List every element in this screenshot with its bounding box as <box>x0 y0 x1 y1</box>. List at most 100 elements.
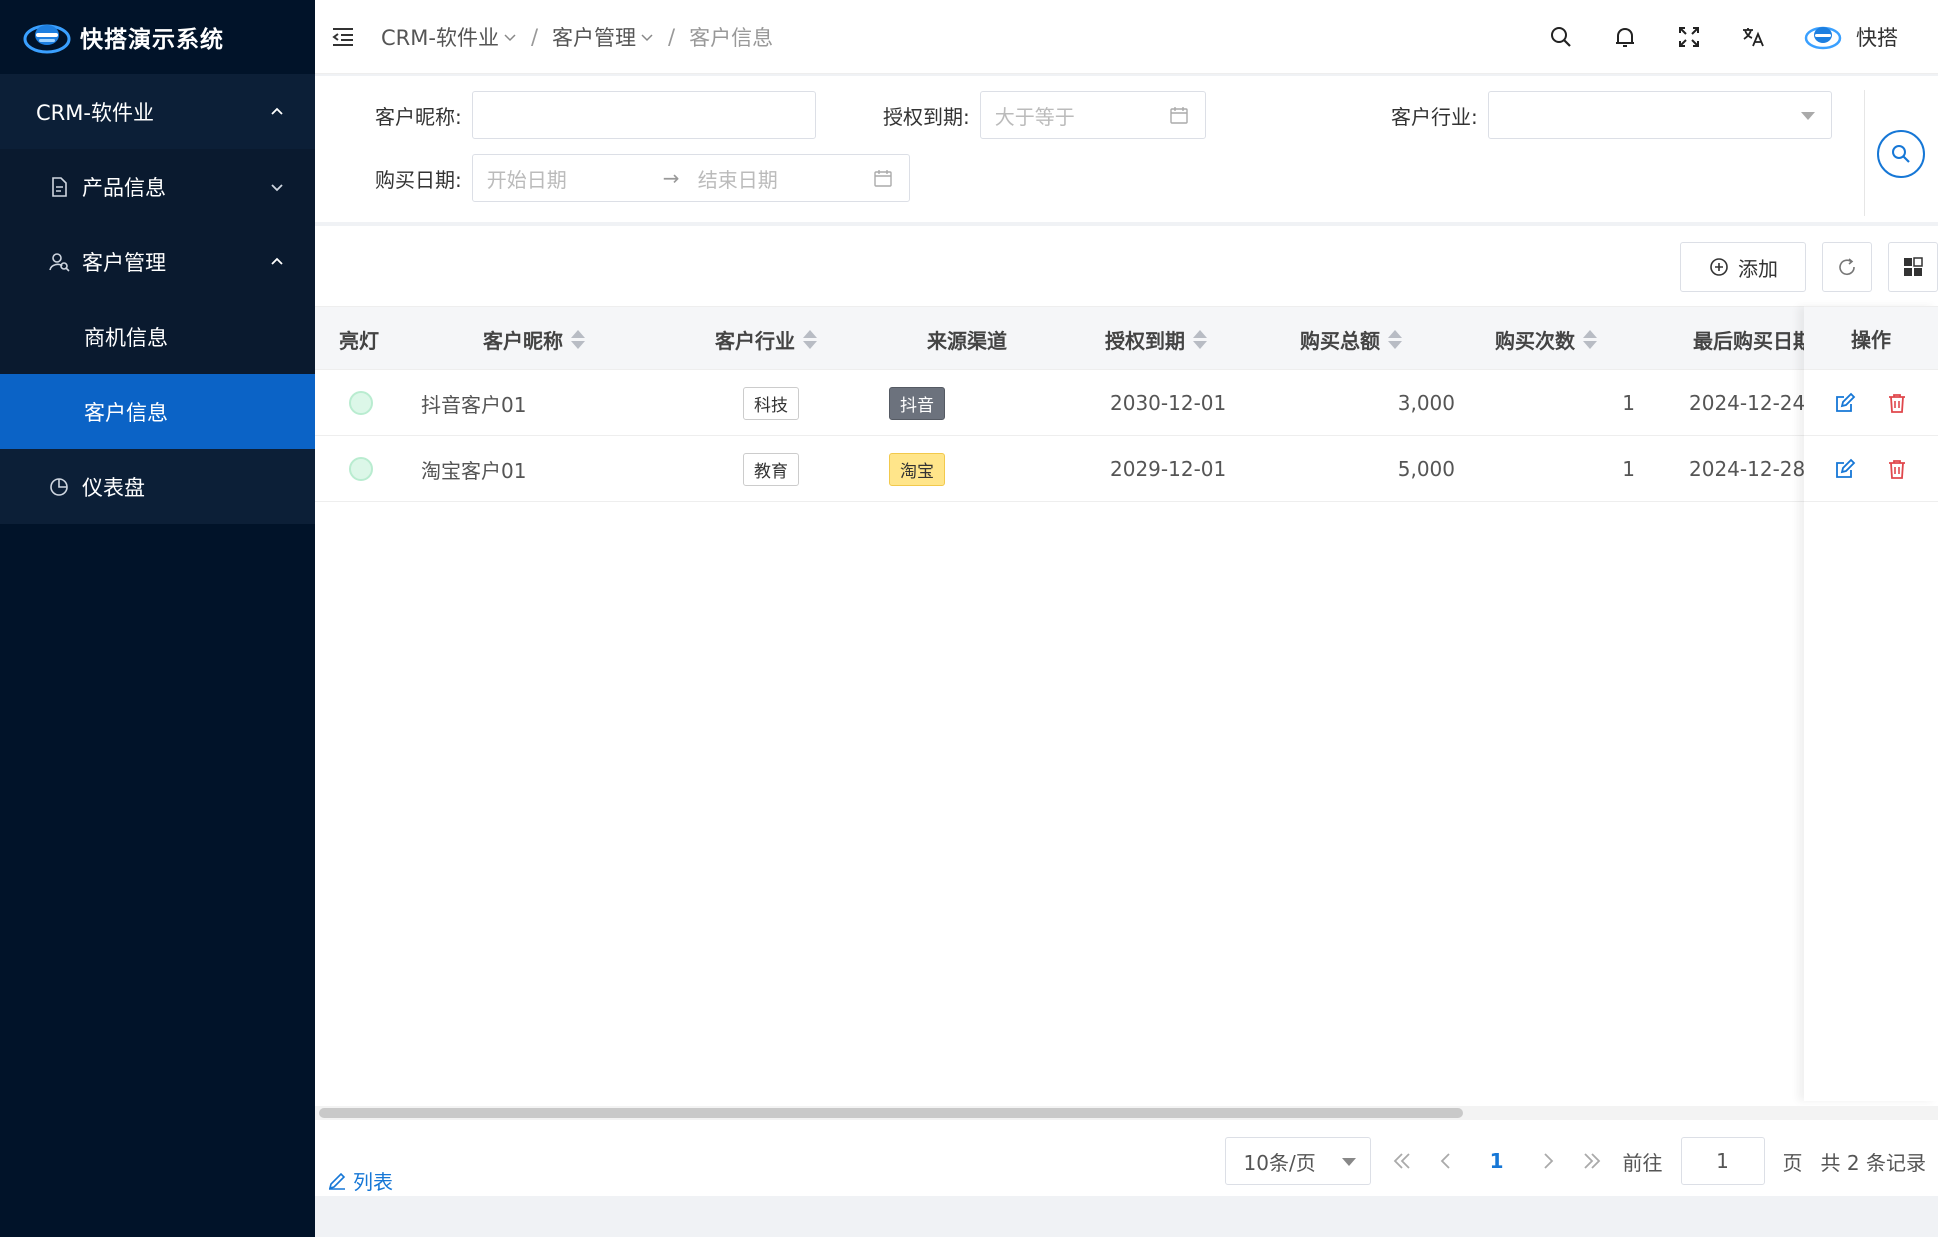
auth-expire-placeholder: 大于等于 <box>994 104 1075 129</box>
cell-last-purchase: 2024-12-24 <box>1689 391 1806 415</box>
column-header-label: 最后购买日期 <box>1693 328 1805 353</box>
status-light-dot <box>349 457 373 481</box>
translate-icon[interactable] <box>1740 24 1766 50</box>
column-header-label: 操作 <box>1851 327 1891 352</box>
purchase-date-range[interactable]: 开始日期 → 结束日期 <box>471 154 910 202</box>
header-actions: 快搭 <box>1548 0 1898 74</box>
total-records: 共 2 条记录 <box>1820 1150 1926 1175</box>
column-header-count[interactable]: 购买次数 <box>1495 307 1597 371</box>
edit-icon[interactable] <box>1834 392 1856 414</box>
cell-industry: 教育 <box>743 436 799 502</box>
sidebar-item-opportunity[interactable]: 商机信息 <box>0 299 315 374</box>
sidebar-item-product[interactable]: 产品信息 <box>0 149 315 224</box>
end-date-placeholder: 结束日期 <box>697 167 778 192</box>
add-button-label: 添加 <box>1738 256 1778 281</box>
range-separator: → <box>662 166 680 190</box>
search-panel: 客户昵称: 授权到期: 大于等于 客户行业: 购买日期: 开始日期 → 结束日期 <box>315 76 1938 222</box>
breadcrumb-item[interactable]: CRM-软件业 <box>381 22 499 52</box>
delete-icon[interactable] <box>1886 392 1908 414</box>
status-light-dot <box>349 391 373 415</box>
refresh-icon <box>1839 258 1855 275</box>
sort-icon[interactable] <box>1388 329 1402 349</box>
last-page-icon[interactable] <box>1579 1148 1605 1174</box>
goto-label: 前往 <box>1622 1150 1663 1175</box>
next-page-icon[interactable] <box>1535 1148 1561 1174</box>
sort-icon[interactable] <box>1193 329 1207 349</box>
column-header-expire[interactable]: 授权到期 <box>1105 307 1207 371</box>
sort-icon[interactable] <box>1583 329 1597 349</box>
column-header-light: 亮灯 <box>339 307 379 371</box>
table-row[interactable]: 抖音客户01 科技 抖音 2030-12-01 3,000 1 2024-12-… <box>315 370 1938 436</box>
add-button[interactable]: 添加 <box>1680 242 1806 292</box>
breadcrumb: CRM-软件业 / 客户管理 / 客户信息 <box>381 22 773 52</box>
cell-count: 1 <box>1622 391 1635 415</box>
page-size-select[interactable]: 10条/页 <box>1224 1137 1371 1185</box>
industry-tag: 科技 <box>743 386 799 420</box>
column-header-label: 授权到期 <box>1105 328 1185 353</box>
chevron-up-icon <box>271 257 283 265</box>
status-light <box>349 436 373 502</box>
sidebar-item-dashboard[interactable]: 仪表盘 <box>0 449 315 524</box>
status-light <box>349 370 373 436</box>
sort-icon[interactable] <box>803 329 817 349</box>
table-header: 亮灯 客户昵称 客户行业 来源渠道 授权到期 购买总额 购买次数 最后购买日期 <box>315 306 1938 370</box>
search-button[interactable] <box>1877 130 1925 178</box>
pagination: 10条/页 1 前往 1 页 共 2 条记录 <box>1224 1136 1926 1186</box>
sidebar-item-label: 客户管理 <box>82 250 166 275</box>
pie-chart-icon <box>50 477 68 496</box>
column-header-channel: 来源渠道 <box>927 307 1007 371</box>
edit-icon[interactable] <box>1834 458 1856 480</box>
goto-page-input[interactable]: 1 <box>1680 1137 1765 1185</box>
menu-group-crm[interactable]: CRM-软件业 <box>0 74 315 149</box>
column-header-nickname[interactable]: 客户昵称 <box>483 307 585 371</box>
menu-fold-icon[interactable] <box>329 23 357 51</box>
page-size-value: 10条/页 <box>1243 1150 1316 1175</box>
cell-nickname: 抖音客户01 <box>421 392 527 417</box>
channel-tag: 淘宝 <box>889 452 945 486</box>
chevron-down-icon[interactable] <box>640 30 654 44</box>
search-icon[interactable] <box>1548 24 1574 50</box>
cell-nickname: 淘宝客户01 <box>421 458 527 483</box>
nickname-input[interactable] <box>471 91 816 139</box>
sidebar-item-customer-info[interactable]: 客户信息 <box>0 374 315 449</box>
current-page[interactable]: 1 <box>1477 1149 1517 1173</box>
industry-select[interactable] <box>1487 91 1832 139</box>
chevron-down-icon[interactable] <box>503 30 517 44</box>
breadcrumb-item[interactable]: 客户管理 <box>552 22 636 52</box>
column-header-label: 客户行业 <box>715 328 795 353</box>
fullscreen-icon[interactable] <box>1676 24 1702 50</box>
cell-total: 5,000 <box>1397 457 1455 481</box>
cell-total: 3,000 <box>1397 391 1455 415</box>
delete-icon[interactable] <box>1886 458 1908 480</box>
cell-channel: 抖音 <box>889 370 945 436</box>
horizontal-scrollbar-thumb[interactable] <box>319 1108 1463 1118</box>
filter-auth-expire: 授权到期: 大于等于 <box>883 91 1206 139</box>
bell-icon[interactable] <box>1612 24 1638 50</box>
column-header-label: 来源渠道 <box>927 328 1007 353</box>
breadcrumb-current: 客户信息 <box>689 25 774 50</box>
user-name: 快搭 <box>1856 26 1898 50</box>
filter-purchase-date: 购买日期: 开始日期 → 结束日期 <box>375 154 910 202</box>
column-header-label: 购买次数 <box>1495 328 1575 353</box>
sidebar-item-customer-mgmt[interactable]: 客户管理 <box>0 224 315 299</box>
table-row[interactable]: 淘宝客户01 教育 淘宝 2029-12-01 5,000 1 2024-12-… <box>315 436 1938 502</box>
filter-label: 授权到期: <box>883 104 970 129</box>
filter-label: 客户行业: <box>1391 104 1478 129</box>
sort-icon[interactable] <box>571 329 585 349</box>
first-page-icon[interactable] <box>1389 1148 1415 1174</box>
user-menu[interactable]: 快搭 <box>1804 22 1898 52</box>
refresh-button[interactable] <box>1822 242 1872 292</box>
cell-last-purchase: 2024-12-28 <box>1689 457 1806 481</box>
column-settings-button[interactable] <box>1888 242 1938 292</box>
view-switch[interactable]: 列表 <box>327 1166 393 1195</box>
prev-page-icon[interactable] <box>1433 1148 1459 1174</box>
caret-down-icon <box>1800 112 1815 120</box>
chevron-down-icon <box>271 183 283 191</box>
page-unit: 页 <box>1782 1150 1803 1175</box>
avatar <box>1804 26 1842 50</box>
column-header-industry[interactable]: 客户行业 <box>715 307 817 371</box>
auth-expire-datepicker[interactable]: 大于等于 <box>979 91 1206 139</box>
column-header-total[interactable]: 购买总额 <box>1300 307 1402 371</box>
sidebar-item-label: 仪表盘 <box>82 475 145 500</box>
column-header-label: 购买总额 <box>1300 328 1380 353</box>
